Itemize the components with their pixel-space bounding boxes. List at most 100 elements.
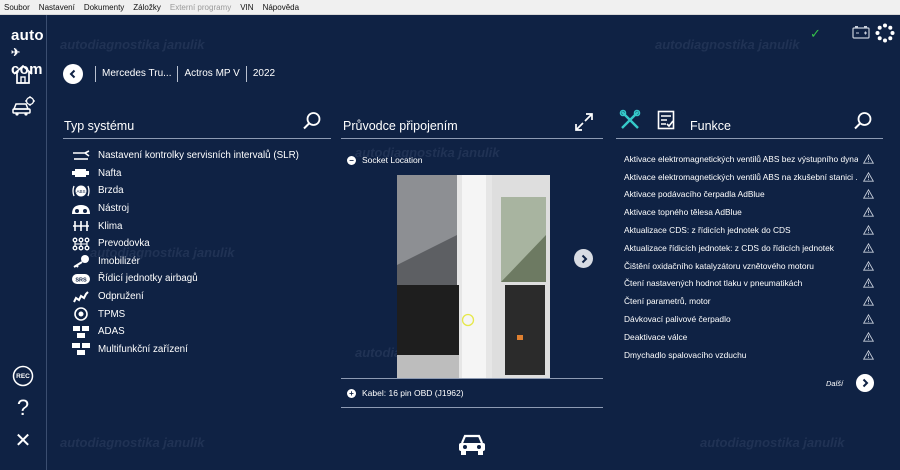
- sidebar: auto✈com REC ? ✕: [0, 15, 47, 470]
- multifunction-icon: [70, 342, 92, 356]
- divider: [341, 138, 603, 139]
- list-item[interactable]: Nafta: [70, 165, 320, 183]
- list-item[interactable]: Dávkovací palivové čerpadlo: [624, 310, 874, 328]
- list-item[interactable]: Aktivace topného tělesa AdBlue: [624, 203, 874, 221]
- list-item[interactable]: Aktivace elektromagnetických ventilů ABS…: [624, 150, 874, 168]
- back-button[interactable]: [63, 64, 83, 84]
- cable-toggle[interactable]: + Kabel: 16 pin OBD (J1962): [347, 388, 464, 398]
- warning-icon: [863, 153, 874, 164]
- menu-item-vin[interactable]: VIN: [240, 3, 253, 12]
- list-item[interactable]: Nástroj: [70, 200, 320, 218]
- list-item[interactable]: Nastavení kontrolky servisních intervalů…: [70, 147, 320, 165]
- wrench-icon: [70, 149, 92, 163]
- vehicle-connect-icon[interactable]: [456, 430, 488, 461]
- list-item[interactable]: Čištění oxidačního katalyzátoru vznětové…: [624, 257, 874, 275]
- rec-label: REC: [16, 372, 30, 380]
- list-item[interactable]: Čtení nastavených hodnot tlaku v pneumat…: [624, 275, 874, 293]
- gearbox-icon: [70, 237, 92, 251]
- system-panel-title: Typ systému: [64, 119, 135, 133]
- list-item[interactable]: Deaktivace válce: [624, 328, 874, 346]
- key-icon: [70, 254, 92, 269]
- function-search-icon[interactable]: [853, 111, 873, 136]
- collapse-icon: −: [347, 155, 356, 165]
- divider: [63, 138, 331, 139]
- warning-icon: [863, 225, 874, 235]
- menu-item-documents[interactable]: Dokumenty: [84, 3, 124, 12]
- battery-icon[interactable]: [852, 25, 870, 44]
- list-item[interactable]: Čtení parametrů, motor: [624, 292, 874, 310]
- menu-item-settings[interactable]: Nastavení: [39, 3, 75, 12]
- tpms-icon: [70, 307, 92, 321]
- list-item[interactable]: Aktualizace řídicích jednotek: z CDS do …: [624, 239, 874, 257]
- divider: [341, 407, 603, 408]
- warning-icon: [863, 189, 874, 200]
- settings-gear-icon[interactable]: [875, 23, 895, 48]
- instrument-icon: [70, 202, 92, 216]
- list-item[interactable]: Imobilizér: [70, 253, 320, 271]
- list-item[interactable]: Prevodovka: [70, 235, 320, 253]
- warning-icon: [863, 242, 874, 253]
- list-item[interactable]: ABS Brzda: [70, 182, 320, 200]
- warning-icon: [863, 171, 874, 182]
- home-icon[interactable]: [10, 61, 36, 87]
- warning-icon: [863, 296, 874, 306]
- list-item[interactable]: Aktivace podávacího čerpadla AdBlue: [624, 186, 874, 204]
- list-item[interactable]: Dmychadlo spalovacího vzduchu: [624, 346, 874, 364]
- list-item[interactable]: SRS Řídicí jednotky airbagů: [70, 270, 320, 288]
- list-item[interactable]: TPMS: [70, 305, 320, 323]
- divider: [616, 138, 883, 139]
- warning-icon: [863, 278, 874, 289]
- svg-text:SRS: SRS: [75, 277, 87, 283]
- next-page-label[interactable]: Další: [826, 379, 843, 388]
- socket-location-label: Socket Location: [362, 155, 423, 165]
- function-panel-title: Funkce: [690, 119, 731, 133]
- socket-location-photo: [397, 175, 550, 378]
- breadcrumb-year[interactable]: 2022: [245, 66, 281, 82]
- watermark: autodiagnostika janulik: [60, 435, 205, 450]
- socket-location-toggle[interactable]: − Socket Location: [347, 155, 422, 165]
- menu-bar: Soubor Nastavení Dokumenty Záložky Exter…: [0, 0, 900, 15]
- search-icon[interactable]: [302, 111, 322, 136]
- guide-panel-title: Průvodce připojením: [343, 119, 458, 133]
- next-image-button[interactable]: [574, 249, 593, 268]
- checklist-icon[interactable]: [657, 110, 675, 135]
- menu-item-file[interactable]: Soubor: [4, 3, 30, 12]
- function-list: Aktivace elektromagnetických ventilů ABS…: [624, 150, 874, 364]
- expand-plus-icon: +: [347, 388, 356, 398]
- list-item[interactable]: Aktivace elektromagnetických ventilů ABS…: [624, 168, 874, 186]
- watermark: autodiagnostika janulik: [60, 37, 205, 52]
- breadcrumb: Mercedes Tru... Actros MP V 2022: [63, 63, 281, 85]
- close-icon[interactable]: ✕: [10, 427, 36, 453]
- breadcrumb-make[interactable]: Mercedes Tru...: [95, 66, 177, 82]
- srs-icon: SRS: [70, 272, 92, 286]
- suspension-icon: [70, 290, 92, 304]
- list-item[interactable]: Odpružení: [70, 288, 320, 306]
- record-button[interactable]: REC: [10, 363, 36, 389]
- brake-icon: ABS: [70, 184, 92, 198]
- menu-item-external-programs: Externí programy: [169, 2, 232, 12]
- divider: [341, 378, 603, 379]
- list-item[interactable]: Aktualizace CDS: z řídicích jednotek do …: [624, 221, 874, 239]
- watermark: autodiagnostika janulik: [655, 37, 800, 52]
- list-item[interactable]: Multifunkční zařízení: [70, 341, 320, 359]
- breadcrumb-model[interactable]: Actros MP V: [177, 66, 245, 82]
- app-window: autodiagnostika janulik autodiagnostika …: [0, 15, 900, 470]
- menu-item-help[interactable]: Nápověda: [263, 3, 299, 12]
- vehicle-select-icon[interactable]: [10, 93, 36, 119]
- connection-ok-icon: ✓: [810, 26, 821, 41]
- expand-icon[interactable]: [574, 112, 594, 137]
- warning-icon: [863, 260, 874, 271]
- list-item[interactable]: Klima: [70, 217, 320, 235]
- system-list: Nastavení kontrolky servisních intervalů…: [70, 147, 320, 358]
- list-item[interactable]: ADAS: [70, 323, 320, 341]
- next-page-button[interactable]: [856, 374, 874, 392]
- climate-icon: [70, 219, 92, 233]
- help-icon[interactable]: ?: [10, 395, 36, 421]
- watermark: autodiagnostika janulik: [700, 435, 845, 450]
- warning-icon: [863, 314, 874, 324]
- warning-icon: [863, 207, 874, 217]
- adas-icon: [70, 325, 92, 339]
- svg-text:ABS: ABS: [76, 189, 85, 194]
- tools-icon[interactable]: [619, 109, 641, 136]
- menu-item-bookmarks[interactable]: Záložky: [133, 3, 161, 12]
